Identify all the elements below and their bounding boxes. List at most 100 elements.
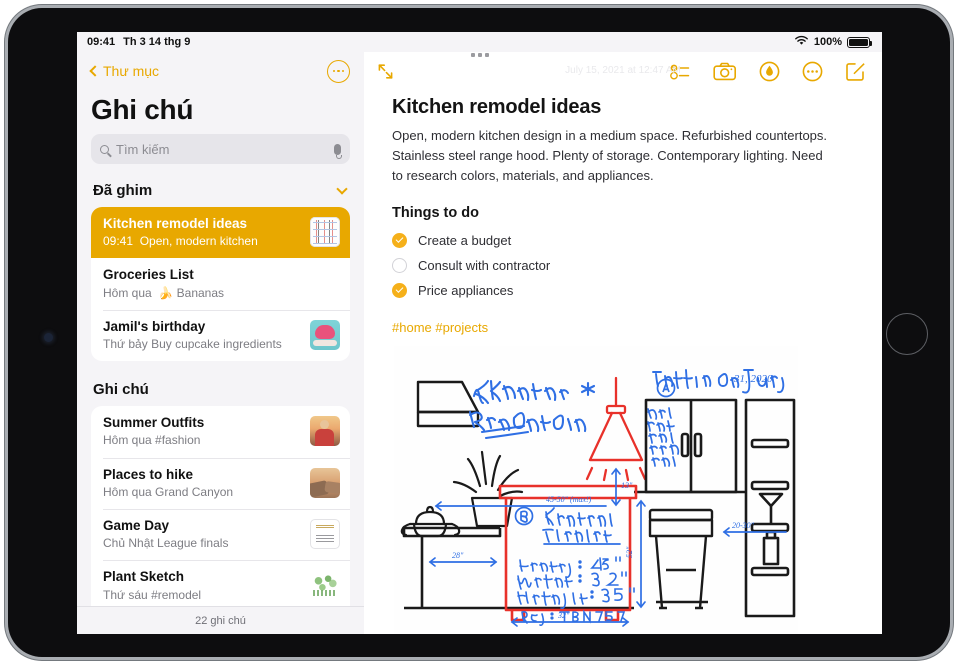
group-header-notes[interactable]: Ghi chú xyxy=(91,377,350,406)
group-label: Đã ghim xyxy=(93,182,153,199)
search-icon xyxy=(100,144,109,154)
todo-item-consult-with-contractor[interactable]: Consult with contractor xyxy=(392,253,854,278)
handle-dot xyxy=(470,53,475,57)
list-item-jamils-birthday[interactable]: Jamil's birthday Thứ bảy Buy cupcake ing… xyxy=(91,309,350,361)
home-button[interactable] xyxy=(886,313,928,355)
notes-count-footer: 22 ghi chú xyxy=(77,606,364,634)
note-detail-pane: July 15, 2021 at 12:47 AM Kitchen remode… xyxy=(364,32,882,634)
list-item-places-to-hike[interactable]: Places to hike Hôm qua Grand Canyon xyxy=(91,457,350,509)
note-meta: Thứ sáu xyxy=(103,587,148,602)
note-toolbar: July 15, 2021 at 12:47 AM xyxy=(364,52,882,90)
chevron-down-icon[interactable] xyxy=(336,182,348,195)
note-thumbnail-sketch xyxy=(310,217,340,248)
svg-text:28": 28" xyxy=(452,551,464,560)
status-bar: 09:41 Th 3 14 thg 9 100% xyxy=(77,32,882,52)
todo-section-heading: Things to do xyxy=(392,204,479,221)
notes-sidebar: Thư mục Ghi chú Tìm kiếm Đã ghim Kitchen… xyxy=(77,32,364,634)
note-thumbnail-person xyxy=(310,416,340,447)
search-input[interactable]: Tìm kiếm xyxy=(91,134,350,164)
list-item-plant-sketch[interactable]: Plant Sketch Thứ sáu #remodel xyxy=(91,560,350,606)
note-thumbnail-cupcake xyxy=(310,320,340,351)
sidebar-more-button[interactable] xyxy=(327,59,350,83)
svg-text:32": 32" xyxy=(557,611,570,620)
note-preview: 🍌 Bananas xyxy=(158,285,225,300)
note-thumbnail-canyon xyxy=(310,467,340,498)
list-item-groceries-list[interactable]: Groceries List Hôm qua 🍌 Bananas xyxy=(91,258,350,309)
wifi-icon xyxy=(794,35,809,49)
pinned-notes-card: Kitchen remodel ideas 09:41 Open, modern… xyxy=(91,207,350,362)
note-title: Plant Sketch xyxy=(103,569,185,585)
tablet-device-frame: 09:41 Th 3 14 thg 9 100% Thư mục Ghi chú… xyxy=(8,8,950,657)
multitasking-handle[interactable] xyxy=(470,53,489,57)
note-title: Places to hike xyxy=(103,466,194,482)
note-preview: #remodel xyxy=(151,587,202,602)
note-meta: Chủ Nhật xyxy=(103,536,154,551)
note-preview: League finals xyxy=(157,536,229,551)
back-label: Thư mục xyxy=(103,63,160,79)
todo-label: Consult with contractor xyxy=(418,257,551,273)
svg-text:20-30": 20-30" xyxy=(732,521,755,530)
tablet-screen: 09:41 Th 3 14 thg 9 100% Thư mục Ghi chú… xyxy=(77,32,882,634)
compose-icon[interactable] xyxy=(845,61,866,82)
kitchen-remodel-sketch[interactable]: 13" 45-50" (max!) 28" 52" 20-30" 32" 31,… xyxy=(394,345,798,634)
camera-icon[interactable] xyxy=(713,62,737,81)
svg-text:31, 2020: 31, 2020 xyxy=(733,373,773,385)
checkbox-checked-icon[interactable] xyxy=(392,232,407,248)
status-time: 09:41 xyxy=(87,36,116,48)
note-meta: Hôm qua xyxy=(103,285,152,300)
note-title: Groceries List xyxy=(103,267,194,283)
search-placeholder: Tìm kiếm xyxy=(116,141,170,157)
battery-percent: 100% xyxy=(813,36,842,48)
note-subtitle: Chủ Nhật League finals xyxy=(103,535,300,551)
note-preview: #fashion xyxy=(155,433,201,448)
note-preview: Grand Canyon xyxy=(155,484,234,499)
svg-text:45-50" (max!): 45-50" (max!) xyxy=(546,495,592,504)
front-camera-icon xyxy=(44,333,53,342)
todo-item-price-appliances[interactable]: Price appliances xyxy=(392,278,854,303)
note-thumbnail-document xyxy=(310,519,340,550)
note-title: Summer Outfits xyxy=(103,415,205,431)
back-to-folders-button[interactable]: Thư mục xyxy=(89,63,160,79)
note-subtitle: Hôm qua 🍌 Bananas xyxy=(103,285,340,301)
note-heading: Kitchen remodel ideas xyxy=(392,96,602,118)
status-date: Th 3 14 thg 9 xyxy=(123,36,191,48)
note-subtitle: Hôm qua #fashion xyxy=(103,432,300,448)
page-title: Ghi chú xyxy=(91,94,194,125)
todo-label: Create a budget xyxy=(418,232,512,248)
note-title: Jamil's birthday xyxy=(103,318,206,334)
note-meta: Thứ bảy xyxy=(103,337,148,352)
sidebar-nav-bar: Thư mục xyxy=(89,52,350,90)
checkbox-checked-icon[interactable] xyxy=(392,282,407,298)
note-paragraph: Open, modern kitchen design in a medium … xyxy=(392,128,828,183)
note-title: Kitchen remodel ideas xyxy=(103,216,248,231)
ellipsis-dot xyxy=(337,69,340,73)
note-meta: Hôm qua xyxy=(103,433,152,448)
list-item-kitchen-remodel-ideas[interactable]: Kitchen remodel ideas 09:41 Open, modern… xyxy=(91,207,350,259)
note-meta: Hôm qua xyxy=(103,484,152,499)
note-thumbnail-plants xyxy=(310,570,340,601)
microphone-icon[interactable] xyxy=(334,143,342,159)
ellipsis-dot xyxy=(341,69,345,73)
battery-full-icon xyxy=(847,36,872,48)
note-subtitle: Hôm qua Grand Canyon xyxy=(103,484,300,500)
group-label: Ghi chú xyxy=(93,381,149,399)
note-title: Game Day xyxy=(103,518,170,534)
note-subtitle: Thứ bảy Buy cupcake ingredients xyxy=(103,336,300,352)
note-meta: 09:41 xyxy=(103,234,134,249)
note-preview: Open, modern kitchen xyxy=(139,234,258,249)
chevron-left-icon xyxy=(89,65,101,77)
list-item-game-day[interactable]: Game Day Chủ Nhật League finals xyxy=(91,509,350,560)
group-header-pinned[interactable]: Đã ghim xyxy=(91,178,350,207)
svg-text:52": 52" xyxy=(625,546,634,558)
notes-list-scroll[interactable]: Đã ghim Kitchen remodel ideas 09:41 Open… xyxy=(77,178,364,606)
handle-dot xyxy=(477,53,482,57)
ellipsis-circle-icon[interactable] xyxy=(802,61,823,82)
note-hashtags[interactable]: #home #projects xyxy=(392,320,854,335)
todo-item-create-a-budget[interactable]: Create a budget xyxy=(392,228,854,253)
note-content[interactable]: Kitchen remodel ideas Open, modern kitch… xyxy=(364,90,882,634)
note-date-label: July 15, 2021 at 12:47 AM xyxy=(565,65,681,76)
list-item-summer-outfits[interactable]: Summer Outfits Hôm qua #fashion xyxy=(91,406,350,457)
expand-diagonal-icon[interactable] xyxy=(376,62,395,81)
checkbox-unchecked-icon[interactable] xyxy=(392,257,407,273)
markup-pen-icon[interactable] xyxy=(759,61,780,82)
